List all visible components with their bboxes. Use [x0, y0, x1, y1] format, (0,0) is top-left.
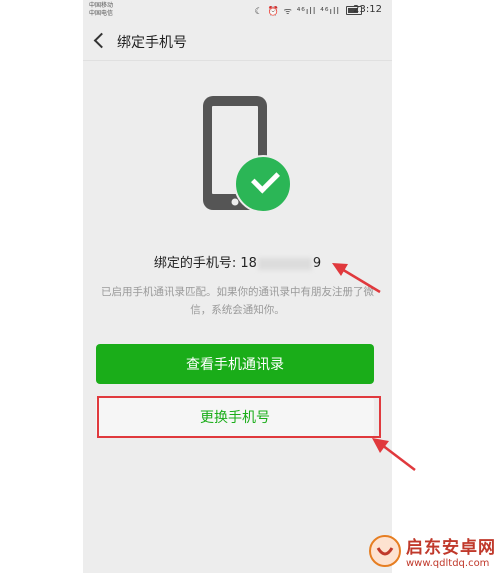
bound-number-suffix: 9: [312, 256, 322, 271]
change-number-button[interactable]: 更换手机号: [96, 397, 374, 437]
view-contacts-button[interactable]: 查看手机通讯录: [96, 344, 374, 384]
contacts-description: 已启用手机通讯录匹配。如果你的通讯录中有朋友注册了微信，系统会通知你。: [101, 286, 374, 316]
masked-digits: [257, 257, 312, 270]
bound-number-prefix: 18: [240, 256, 257, 271]
bound-number-label: 绑定的手机号:: [153, 256, 241, 271]
phone-home-button-icon: [231, 198, 239, 206]
phone-screen: 中国移动 中国电信 ☾ ⏰ ᯤ ⁴⁶ıll ⁴⁶ıll 23:12 绑定手机号 …: [83, 0, 392, 573]
watermark-url: www.qdltdq.com: [406, 558, 490, 569]
site-watermark: 启东安卓网 www.qdltdq.com: [368, 533, 496, 569]
phone-illustration: [203, 96, 267, 210]
bound-number: 绑定的手机号: 18 9: [83, 252, 392, 271]
watermark-logo-icon: [369, 535, 401, 567]
check-circle-icon: [234, 155, 292, 213]
watermark-name: 启东安卓网: [406, 538, 496, 558]
